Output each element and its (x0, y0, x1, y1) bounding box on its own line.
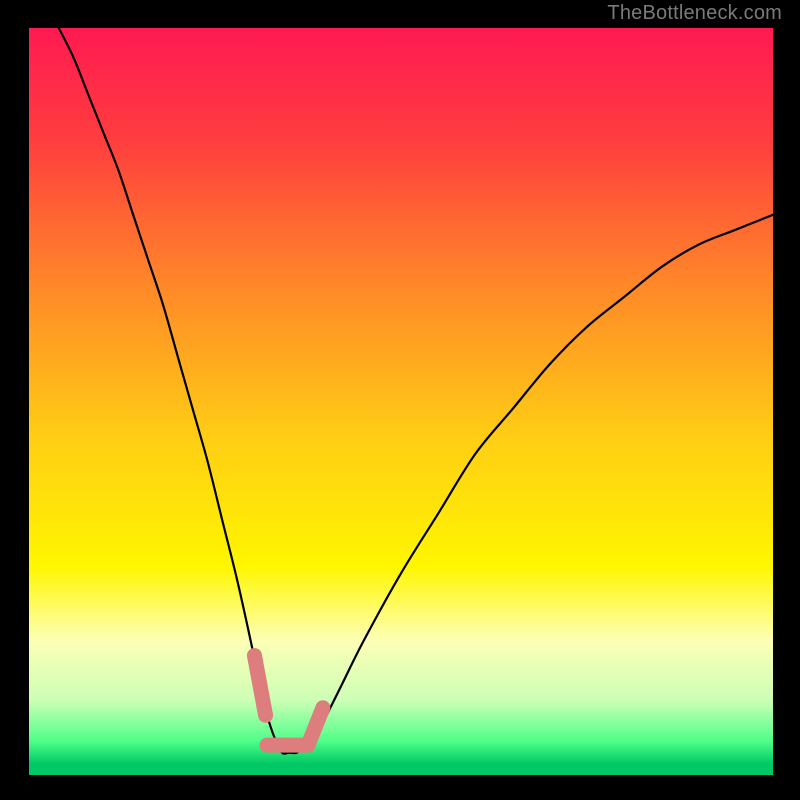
watermark-text: TheBottleneck.com (607, 2, 782, 25)
plot-background (29, 28, 773, 775)
chart-container (0, 0, 800, 800)
bottleneck-chart (0, 0, 800, 800)
